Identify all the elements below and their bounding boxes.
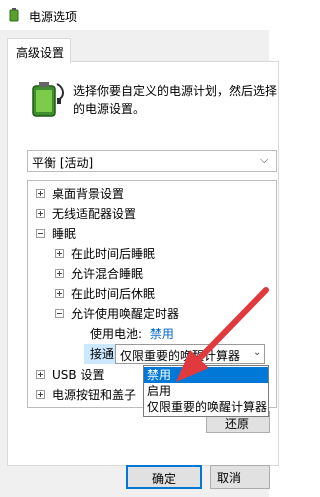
tree-item-label: 允许混合睡眠: [71, 267, 144, 281]
on-battery-value-link[interactable]: 禁用: [150, 327, 174, 341]
expand-plus-icon[interactable]: [55, 269, 64, 278]
window-title: 电源选项: [29, 10, 78, 24]
battery-icon: [32, 82, 64, 117]
tree-item-label: 桌面背景设置: [52, 187, 125, 201]
plugged-in-combo[interactable]: 仅限重要的唤醒计算器 ⌄: [115, 344, 265, 364]
collapse-minus-icon[interactable]: [55, 309, 64, 318]
tree-item-label: 在此时间后休眠: [71, 287, 156, 301]
ok-button[interactable]: 确定: [126, 465, 202, 489]
power-options-icon: [9, 8, 19, 22]
chevron-down-icon: ⌵: [260, 153, 269, 166]
tab-advanced-settings[interactable]: 高级设置: [7, 38, 71, 63]
cancel-button[interactable]: 取消: [210, 465, 270, 489]
plugged-in-dropdown-list[interactable]: 禁用 启用 仅限重要的唤醒计算器: [143, 365, 269, 417]
dropdown-option-enabled[interactable]: 启用: [144, 383, 268, 399]
expand-plus-icon[interactable]: [55, 249, 64, 258]
tree-item-on-battery[interactable]: 使用电池: 禁用: [90, 324, 174, 344]
on-battery-label: 使用电池:: [90, 327, 143, 341]
power-plan-select[interactable]: 平衡 [活动] ⌵: [27, 150, 277, 172]
cancel-button-label: 取消: [217, 471, 242, 485]
ok-button-label: 确定: [151, 472, 176, 486]
plugged-in-combo-value: 仅限重要的唤醒计算器: [120, 349, 241, 363]
power-plan-value: 平衡 [活动]: [32, 156, 94, 170]
expand-plus-icon[interactable]: [36, 209, 45, 218]
expand-plus-icon[interactable]: [36, 189, 45, 198]
tree-item-label: 允许使用唤醒定时器: [71, 307, 180, 321]
tree-item-label: 电源按钮和盖子: [52, 388, 137, 402]
tree-item-label: 睡眠: [52, 227, 77, 241]
tree-item-label: 在此时间后睡眠: [71, 247, 156, 261]
collapse-minus-icon[interactable]: [36, 229, 45, 238]
description-text: 选择你要自定义的电源计划，然后选择 的电源设置。: [73, 82, 277, 118]
tree-item-label: 无线适配器设置: [52, 207, 137, 221]
title-bar: 电源选项: [0, 0, 269, 30]
description-line-1: 选择你要自定义的电源计划，然后选择: [73, 84, 278, 98]
expand-plus-icon[interactable]: [36, 370, 45, 379]
description-line-2: 的电源设置。: [73, 102, 146, 116]
restore-button-label: 还原: [225, 417, 250, 431]
expand-plus-icon[interactable]: [55, 289, 64, 298]
expand-plus-icon[interactable]: [36, 390, 45, 399]
dropdown-option-disabled[interactable]: 禁用: [144, 367, 268, 383]
chevron-down-icon[interactable]: ⌄: [253, 347, 261, 358]
tab-label: 高级设置: [16, 46, 65, 60]
dropdown-option-important-only[interactable]: 仅限重要的唤醒计算器: [144, 399, 268, 415]
tree-item-label: USB 设置: [52, 368, 105, 382]
